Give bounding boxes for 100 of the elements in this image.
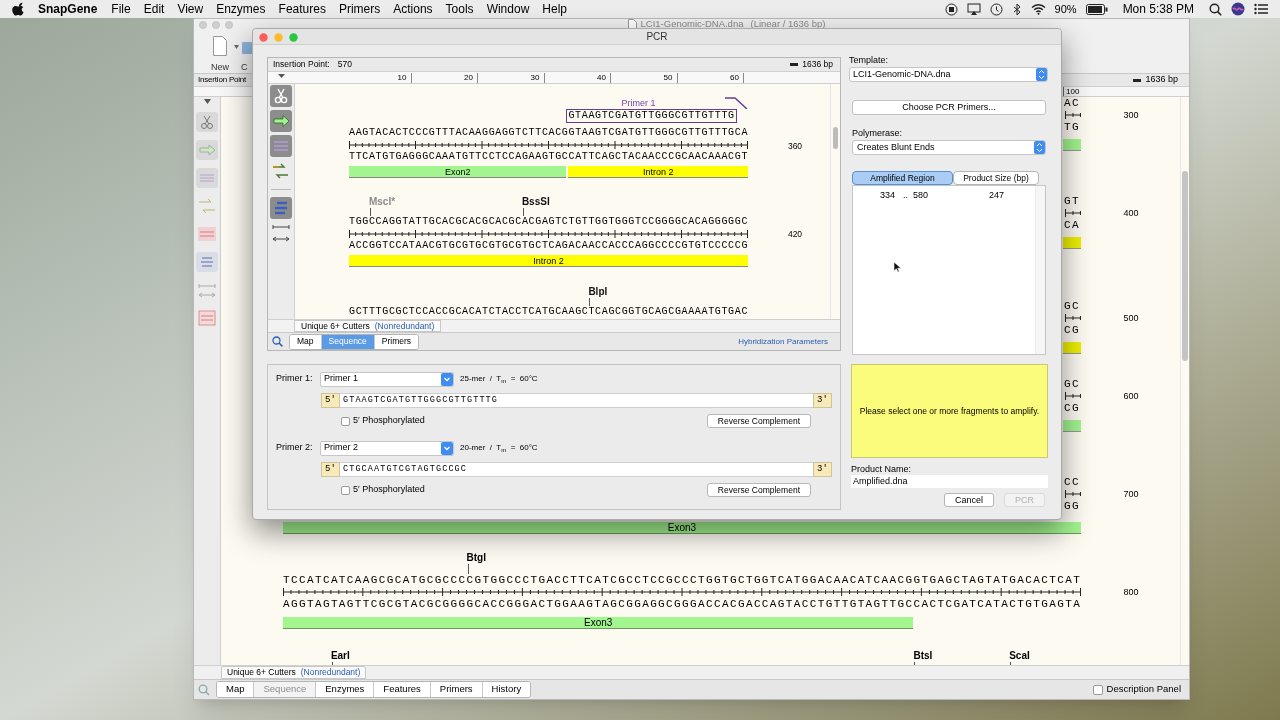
chevron-updown-icon[interactable]: [1036, 68, 1047, 81]
close-icon[interactable]: [259, 33, 268, 42]
amino-acid-icon[interactable]: [270, 197, 292, 219]
cutters-label[interactable]: Unique 6+ Cutters: [227, 666, 296, 679]
cutters-qualifier[interactable]: (Nonredundant): [374, 319, 435, 333]
view-tab[interactable]: Map: [217, 682, 255, 697]
chevron-down-icon[interactable]: [441, 372, 453, 386]
primer-sequence-field[interactable]: CTGCAATGTCGTAGTGCCGC: [340, 462, 813, 477]
dialog-button[interactable]: Cancel: [943, 493, 994, 507]
cut-site-tick: [467, 564, 469, 574]
search-icon[interactable]: [1209, 2, 1222, 16]
reverse-complement-button[interactable]: Reverse Complement: [706, 483, 811, 497]
window-subtitle: (Linear / 1636 bp): [750, 19, 826, 29]
bluetooth-icon[interactable]: [1011, 2, 1022, 16]
sequence-text: GT: [1064, 195, 1081, 207]
column-header[interactable]: Amplified Region: [852, 171, 953, 185]
enzyme-label[interactable]: ScaI: [1009, 650, 1030, 662]
toolbar-label[interactable]: New: [211, 61, 229, 75]
menu-item[interactable]: File: [111, 0, 131, 18]
chevron-updown-icon[interactable]: [1034, 141, 1045, 154]
feature-bar: Intron 2: [349, 255, 748, 267]
table-cell[interactable]: ..: [903, 189, 913, 201]
scissors-icon[interactable]: [270, 85, 292, 107]
battery-icon[interactable]: [1085, 3, 1108, 15]
ruler-number: 60: [677, 73, 744, 83]
enzyme-label[interactable]: BtgI: [466, 552, 486, 564]
apple-logo-icon[interactable]: [12, 2, 24, 16]
menu-item[interactable]: Features: [278, 0, 326, 18]
polymerase-select[interactable]: Creates Blunt Ends: [852, 140, 1046, 155]
enzyme-label[interactable]: BlpI: [588, 286, 608, 298]
five-prime-label: 5′: [321, 393, 340, 408]
menu-item[interactable]: Window: [486, 0, 530, 18]
scrollbar-thumb[interactable]: [833, 127, 838, 149]
menu-item[interactable]: Edit: [143, 0, 165, 18]
menu-item[interactable]: View: [177, 0, 204, 18]
checkbox[interactable]: [341, 485, 350, 495]
lines-icon[interactable]: [270, 135, 292, 157]
enzyme-label[interactable]: BtsI: [913, 650, 933, 662]
caret-icon[interactable]: [203, 99, 211, 104]
ruler-number: 100: [1063, 87, 1080, 96]
new-document-icon[interactable]: [213, 36, 227, 56]
sequence-text: ACCGGTCCATAACGTGCGTGCGTGCGTGCTCAGACAACCACCCAGGCCCCGTGTCCCCCG: [349, 240, 748, 252]
three-prime-label: 3′: [813, 393, 832, 408]
amino-acid-icon[interactable]: [196, 252, 218, 272]
menu-item[interactable]: Tools: [445, 0, 474, 18]
sequence-text: GCTTTGCGCTCCACCGCACATCTACCTCATGCAAGCTCAGCGGTGCAGCGAAAATGTGAC: [349, 306, 748, 318]
select-value: Creates Blunt Ends: [857, 140, 936, 154]
scrollbar-thumb[interactable]: [1182, 171, 1188, 361]
app-menu[interactable]: SnapGene: [38, 0, 98, 18]
sequence-ruler: [1065, 488, 1081, 500]
scale-bar-icon[interactable]: [270, 222, 292, 244]
chevron-down-icon[interactable]: [441, 441, 453, 455]
reverse-complement-button[interactable]: Reverse Complement: [706, 414, 811, 428]
checkbox[interactable]: [1092, 684, 1103, 695]
menu-item[interactable]: Enzymes: [216, 0, 266, 18]
dialog-title: PCR: [646, 30, 668, 44]
scrollbar-track[interactable]: [1035, 186, 1045, 354]
table-cell[interactable]: 334: [880, 189, 903, 201]
menu-item[interactable]: Help: [542, 0, 567, 18]
product-name-field[interactable]: Amplified.dna: [851, 475, 1048, 488]
record-icon[interactable]: [944, 2, 958, 16]
primer-label[interactable]: Primer 1: [621, 97, 656, 109]
zoom-icon[interactable]: [289, 33, 298, 42]
siri-icon[interactable]: [1231, 2, 1245, 16]
enzyme-label[interactable]: EarI: [330, 650, 350, 662]
product-name-label: Product Name:: [851, 464, 913, 475]
insertion-point-value: 570: [337, 58, 352, 71]
caret-icon[interactable]: [234, 45, 239, 49]
zoom-out-icon[interactable]: [1133, 78, 1142, 82]
column-header[interactable]: Product Size (bp): [953, 171, 1039, 185]
template-select[interactable]: LCI1-Genomic-DNA.dna: [849, 67, 1048, 82]
insertion-point-label: Insertion Point: [198, 74, 247, 86]
table-cell[interactable]: 247: [989, 189, 1005, 201]
toolbar-label[interactable]: C: [241, 61, 248, 75]
scissors-icon[interactable]: [196, 112, 218, 132]
menu-item[interactable]: Primers: [338, 0, 381, 18]
hybridization-parameters-link[interactable]: Hybridization Parameters: [738, 335, 828, 348]
sequence-text: TCCATCATCAAGCGCATGCGCCCCGTGGCCCTGACCTTCATCGCCTCCGCCCTGGTGCTGGTCATGGACAACATCAACGGTGAGCTAGTATGACACTCAT: [283, 574, 1081, 586]
cutters-qualifier[interactable]: (Nonredundant): [300, 666, 361, 679]
display-icon[interactable]: [966, 2, 981, 16]
wifi-icon[interactable]: [1030, 3, 1046, 15]
checkbox-label[interactable]: 5′ Phosphorylated: [353, 483, 425, 497]
choose-primers-button[interactable]: Choose PCR Primers...: [852, 100, 1046, 115]
clock-icon[interactable]: [989, 2, 1003, 16]
primer-sequence-field[interactable]: GTAAGTCGATGTTGGGCGTTGTTTG: [340, 393, 813, 408]
table-cell[interactable]: 580: [913, 189, 989, 201]
view-tab[interactable]: Map: [290, 334, 322, 349]
enzyme-label[interactable]: BssSI: [521, 196, 550, 208]
primer-select[interactable]: Primer 1: [320, 371, 454, 387]
menu-clock[interactable]: Mon 5:38 PM: [1122, 0, 1194, 18]
list-icon[interactable]: [1254, 3, 1268, 15]
cutters-label[interactable]: Unique 6+ Cutters: [301, 319, 370, 333]
checkbox[interactable]: [341, 416, 350, 426]
checkbox-label[interactable]: 5′ Phosphorylated: [353, 414, 425, 428]
menu-item[interactable]: Actions: [393, 0, 433, 18]
zoom-out-icon[interactable]: [790, 63, 799, 66]
checkbox-label[interactable]: Description Panel: [1106, 682, 1181, 697]
sequence-text: TTCATGTGAGGGCAAATGTTCCTCCAGAAGTGCCATTCAGCTACAACCCGCAACAAACGT: [349, 151, 748, 163]
primer-annotation[interactable]: GTAAGTCGATGTTGGGCGTTGTTTG: [566, 109, 737, 123]
primer-select[interactable]: Primer 2: [320, 440, 454, 456]
